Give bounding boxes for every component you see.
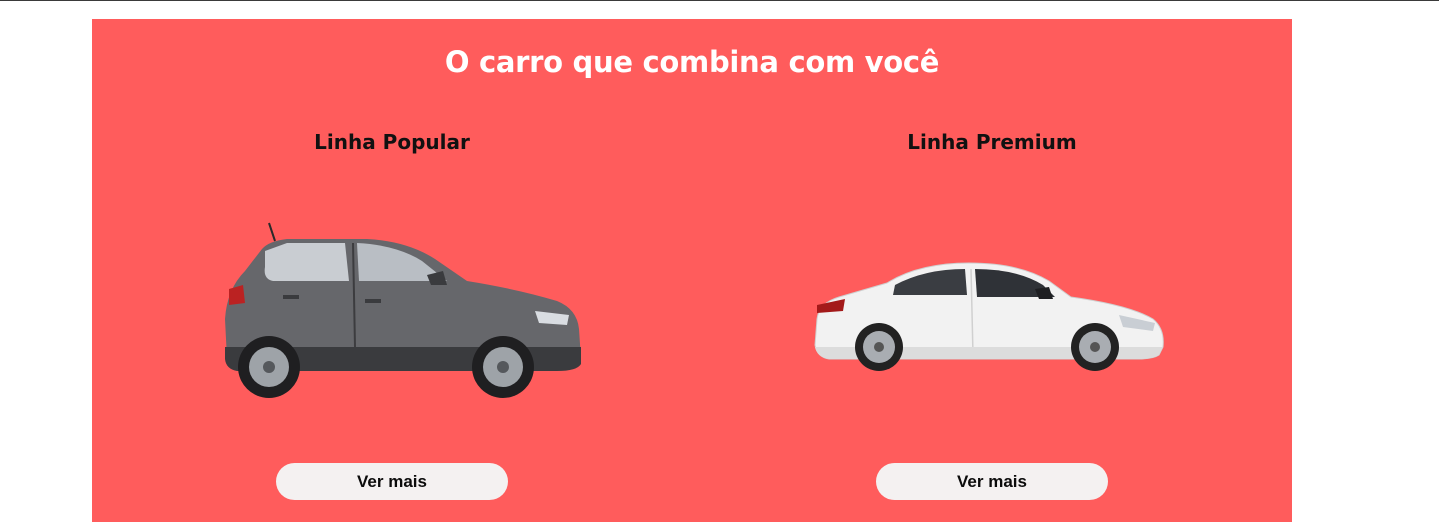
hatchback-car-image [225,222,581,398]
sedan-car-image [814,262,1164,371]
ver-mais-button-premium[interactable]: Ver mais [876,463,1108,500]
car-lines-section: O carro que combina com você Linha Popul… [92,19,1292,522]
top-divider [0,0,1439,1]
card-title-premium: Linha Premium [907,130,1077,154]
card-linha-popular: Linha Popular Ver mais [92,19,692,522]
card-linha-premium: Linha Premium Ver mais [692,19,1292,522]
ver-mais-button-popular[interactable]: Ver mais [276,463,508,500]
card-title-popular: Linha Popular [314,130,470,154]
